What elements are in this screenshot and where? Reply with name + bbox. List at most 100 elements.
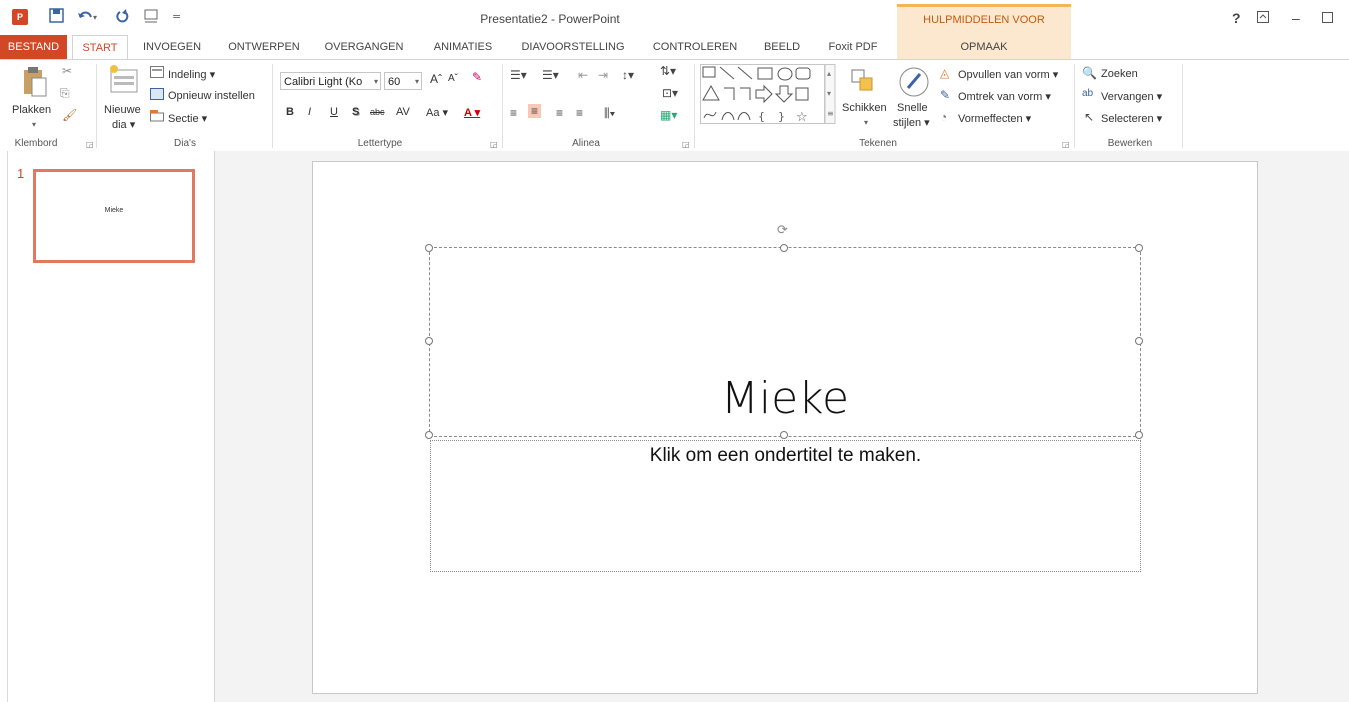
shape-effects-icon[interactable]: ◔ [940, 110, 947, 124]
quick-styles-button[interactable]: Snelle [897, 102, 928, 114]
tab-start[interactable]: START [72, 35, 128, 60]
tab-beeld[interactable]: BEELD [755, 35, 809, 59]
justify-icon[interactable]: ≡ [576, 106, 583, 120]
resize-handle[interactable] [1135, 431, 1143, 439]
format-painter-icon[interactable]: 🖌 [62, 108, 77, 122]
smartart-icon[interactable]: ▦▾ [660, 108, 677, 122]
layout-icon[interactable] [150, 66, 164, 81]
shape-effects-button[interactable]: Vormeffecten ▾ [958, 112, 1031, 125]
resize-handle[interactable] [425, 244, 433, 252]
select-icon[interactable]: ↖ [1084, 110, 1094, 124]
subtitle-placeholder[interactable]: Klik om een ondertitel te maken. [430, 440, 1141, 572]
align-center-icon[interactable]: ≡ [528, 104, 542, 118]
paste-icon[interactable] [22, 66, 50, 106]
alinea-launcher-icon[interactable]: ◲ [682, 140, 690, 149]
align-left-icon[interactable]: ≡ [510, 106, 517, 120]
save-icon[interactable] [49, 8, 64, 26]
tekenen-launcher-icon[interactable]: ◲ [1062, 140, 1070, 149]
powerpoint-app-icon[interactable]: P [12, 9, 28, 25]
section-button[interactable]: Sectie ▾ [168, 112, 207, 125]
line-spacing-icon[interactable]: ↕▾ [622, 68, 634, 82]
shadow-button[interactable]: S [352, 106, 359, 118]
resize-handle[interactable] [1135, 337, 1143, 345]
clear-formatting-icon[interactable]: ✎ [472, 70, 482, 84]
section-icon[interactable] [150, 110, 164, 125]
slide-thumbnail[interactable]: Mieke [33, 169, 195, 263]
change-case-button[interactable]: Aa ▾ [426, 106, 448, 119]
layout-button[interactable]: Indeling ▾ [168, 68, 215, 81]
lettertype-launcher-icon[interactable]: ◲ [490, 140, 498, 149]
chevron-down-icon[interactable]: ▾ [374, 73, 378, 91]
cut-icon[interactable]: ✂ [62, 64, 72, 78]
arrange-button[interactable]: Schikken [842, 102, 887, 114]
bold-button[interactable]: B [286, 106, 294, 118]
shrink-font-button[interactable]: Aˇ [448, 73, 458, 84]
font-name-combo[interactable]: Calibri Light (Ko ▾ [280, 72, 381, 90]
tab-diavoorstelling[interactable]: DIAVOORSTELLING [512, 35, 634, 59]
underline-button[interactable]: U [330, 106, 338, 118]
character-spacing-button[interactable]: AV [396, 106, 410, 118]
slide-subtitle[interactable]: Klik om een ondertitel te maken. [431, 445, 1140, 467]
font-size-combo[interactable]: 60 ▾ [384, 72, 422, 90]
tab-opmaak[interactable]: OPMAAK [897, 35, 1071, 59]
align-text-icon[interactable]: ⊡▾ [662, 86, 678, 100]
shapes-gallery[interactable]: { } ☆ ▴ ▾ ≡ [700, 64, 836, 128]
undo-icon[interactable]: ▾ [77, 8, 99, 26]
reset-icon[interactable] [150, 88, 164, 103]
shape-outline-icon[interactable]: ✎ [940, 88, 950, 102]
tab-animaties[interactable]: ANIMATIES [424, 35, 502, 59]
tab-bestand[interactable]: BESTAND [0, 35, 67, 59]
select-button[interactable]: Selecteren ▾ [1101, 112, 1162, 125]
paste-button[interactable]: Plakken [12, 104, 51, 116]
title-placeholder[interactable]: Mieke [429, 247, 1141, 437]
tab-invoegen[interactable]: INVOEGEN [136, 35, 208, 59]
start-from-beginning-icon[interactable] [144, 8, 160, 26]
ribbon-display-options-icon[interactable] [1257, 10, 1269, 26]
help-icon[interactable]: ? [1232, 10, 1241, 26]
minimize-icon[interactable]: – [1292, 10, 1300, 26]
text-direction-icon[interactable]: ⇅▾ [660, 64, 676, 78]
resize-handle[interactable] [425, 431, 433, 439]
shape-outline-button[interactable]: Omtrek van vorm ▾ [958, 90, 1051, 103]
numbering-icon[interactable]: ☰▾ [542, 68, 559, 82]
find-button[interactable]: Zoeken [1101, 68, 1138, 80]
chevron-down-icon[interactable]: ▾ [415, 73, 419, 91]
decrease-indent-icon[interactable]: ⇤ [578, 68, 588, 82]
slide-title[interactable]: Mieke [430, 373, 1140, 424]
font-color-button[interactable]: A ▾ [464, 106, 480, 119]
tab-controleren[interactable]: CONTROLEREN [646, 35, 744, 59]
reset-button[interactable]: Opnieuw instellen [168, 90, 255, 102]
bullets-icon[interactable]: ☰▾ [510, 68, 527, 82]
align-right-icon[interactable]: ≡ [556, 106, 563, 120]
redo-icon[interactable] [116, 8, 130, 26]
find-icon[interactable]: 🔍 [1082, 66, 1097, 80]
tab-ontwerpen[interactable]: ONTWERPEN [222, 35, 306, 59]
tab-overgangen[interactable]: OVERGANGEN [318, 35, 410, 59]
paste-dropdown[interactable]: ▾ [32, 120, 36, 129]
resize-handle[interactable] [1135, 244, 1143, 252]
rotate-handle-icon[interactable]: ⟳ [777, 223, 788, 238]
italic-button[interactable]: I [308, 106, 311, 118]
customize-qat-icon[interactable]: = [172, 8, 181, 26]
grow-font-button[interactable]: Aˆ [430, 72, 442, 86]
shape-fill-button[interactable]: Opvullen van vorm ▾ [958, 68, 1058, 81]
new-slide-button[interactable]: Nieuwe [104, 104, 141, 116]
copy-icon[interactable]: ⎘ [60, 86, 70, 101]
quick-styles-dropdown[interactable]: stijlen ▾ [893, 116, 930, 129]
strikethrough-button[interactable]: abc [370, 107, 385, 117]
klembord-launcher-icon[interactable]: ◲ [86, 140, 94, 149]
tab-foxit-pdf[interactable]: Foxit PDF [820, 35, 886, 59]
increase-indent-icon[interactable]: ⇥ [598, 68, 608, 82]
new-slide-icon[interactable] [108, 64, 140, 100]
shape-fill-icon[interactable]: ◬ [940, 66, 949, 80]
arrange-icon[interactable] [850, 68, 876, 98]
resize-handle[interactable] [780, 244, 788, 252]
resize-handle[interactable] [780, 431, 788, 439]
resize-handle[interactable] [425, 337, 433, 345]
new-slide-dropdown[interactable]: dia ▾ [112, 118, 135, 131]
columns-icon[interactable]: ⫼▾ [604, 106, 615, 121]
quick-styles-icon[interactable] [898, 66, 930, 102]
replace-button[interactable]: Vervangen ▾ [1101, 90, 1162, 103]
arrange-dropdown[interactable]: ▾ [864, 118, 868, 127]
maximize-icon[interactable] [1322, 10, 1333, 26]
